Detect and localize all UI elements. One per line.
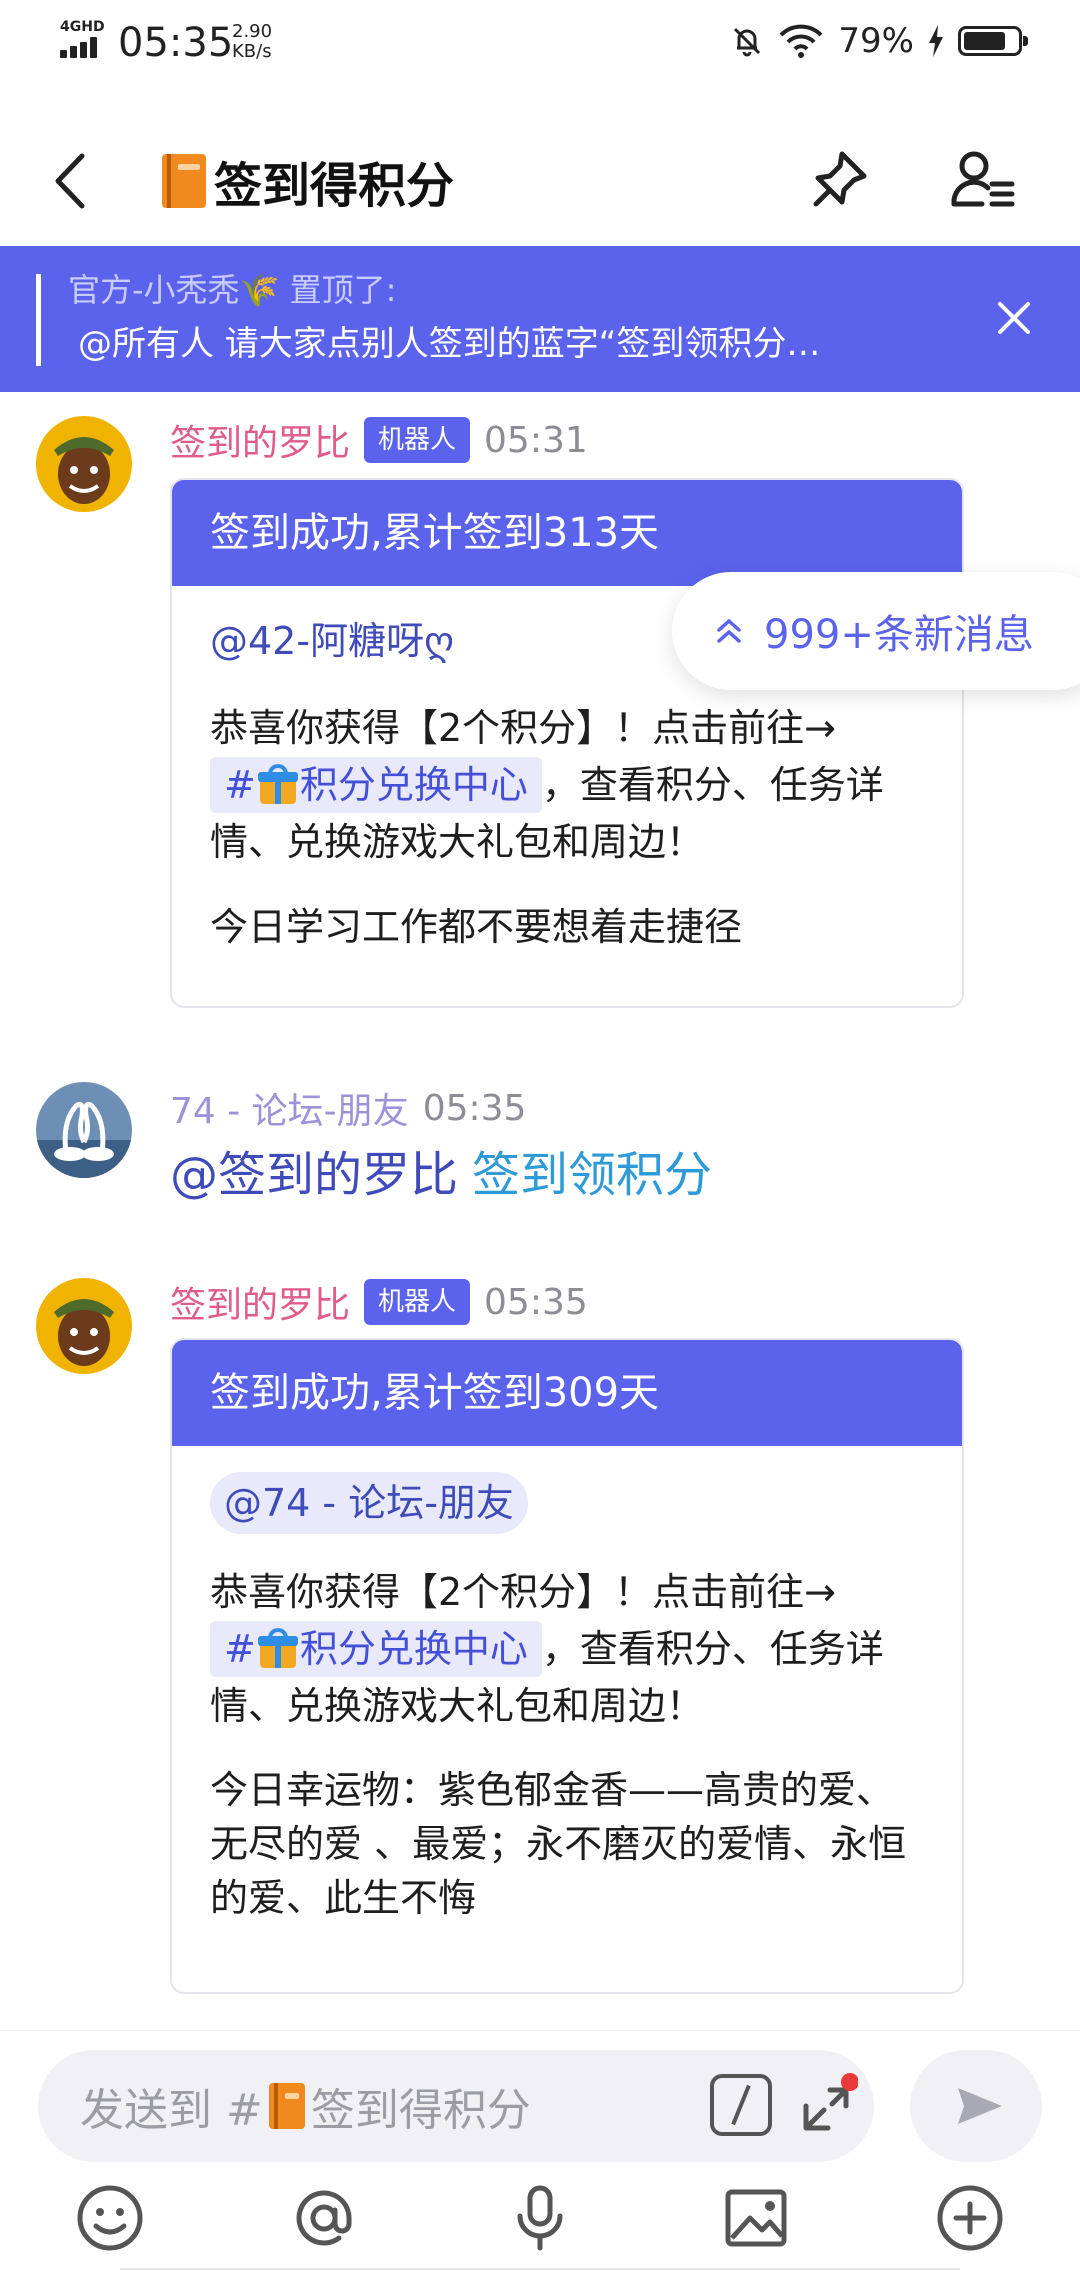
gift-icon	[257, 764, 298, 804]
bot-avatar-icon	[36, 416, 132, 512]
message-time: 05:35	[484, 1281, 588, 1323]
orange-book-icon	[162, 154, 206, 208]
battery-icon	[958, 26, 1028, 56]
pinned-text: @所有人 请大家点别人签到的蓝字“签到领积分…	[78, 324, 821, 364]
channel-link[interactable]: # 积分兑换中心	[210, 1621, 542, 1677]
message-time: 05:31	[484, 419, 588, 461]
card-body: @74 - 论坛-朋友 恭喜你获得【2个积分】！点击前往→ # 积分兑换中心 ，查看…	[172, 1446, 962, 1955]
chat-screen: 4GHD 05:35 2.90 KB/s 79% 签到得积分 官方-小秃秃🌾 置…	[0, 0, 1080, 2280]
members-icon[interactable]	[948, 146, 1018, 216]
new-messages-label: 999+条新消息	[764, 612, 1034, 658]
pinned-message-banner[interactable]: 官方-小秃秃🌾 置顶了: @所有人 请大家点别人签到的蓝字“签到领积分…	[0, 246, 1080, 392]
status-right: 79%	[730, 18, 1028, 64]
mute-bell-icon	[734, 27, 761, 57]
signin-card: 签到成功,累计签到309天 @74 - 论坛-朋友 恭喜你获得【2个积分】！点击…	[170, 1338, 964, 1994]
clock: 05:35	[118, 20, 234, 66]
message-meta: 74 - 论坛-朋友 05:35	[170, 1082, 527, 1134]
card-title: 签到成功,累计签到309天	[172, 1340, 962, 1446]
pin-icon[interactable]	[808, 146, 872, 216]
expand-icon[interactable]	[798, 2072, 858, 2136]
close-icon[interactable]	[984, 288, 1044, 348]
add-icon[interactable]	[932, 2180, 1008, 2256]
signin-card: 签到成功,累计签到313天 @42-阿糖呀ღ 恭喜你获得【2个积分】！点击前往→…	[170, 478, 964, 1008]
pinned-indicator	[36, 274, 41, 366]
card-text: 恭喜你获得【2个积分】！点击前往→ # 积分兑换中心 ，查看积分、任务详情、兑换游戏…	[210, 1570, 884, 1728]
message-meta: 签到的罗比 机器人 05:31	[170, 416, 588, 464]
swan-avatar-icon	[36, 1082, 132, 1178]
bot-badge: 机器人	[364, 1279, 471, 1325]
image-icon[interactable]	[718, 2180, 794, 2256]
sender-name[interactable]: 签到的罗比	[170, 1276, 350, 1328]
avatar[interactable]	[36, 1278, 132, 1374]
input-placeholder: 发送到 # 签到得积分	[80, 2083, 531, 2136]
new-messages-button[interactable]: 999+条新消息	[672, 572, 1080, 690]
gift-icon	[257, 1628, 298, 1668]
send-button[interactable]	[910, 2050, 1042, 2162]
slash-command-icon[interactable]	[710, 2074, 772, 2136]
bot-badge: 机器人	[364, 417, 471, 463]
signal-icon	[60, 36, 106, 58]
back-icon[interactable]	[44, 146, 100, 216]
bot-avatar-icon	[36, 1278, 132, 1374]
daily-lucky-item: 今日幸运物：紫色郁金香——高贵的爱、无尽的爱 、最爱；永不磨灭的爱情、永恒的爱、…	[210, 1768, 907, 1920]
chat-header: 签到得积分	[0, 110, 1080, 250]
message-time: 05:35	[422, 1087, 527, 1129]
emoji-icon[interactable]	[72, 2180, 148, 2256]
user-mention[interactable]: @签到的罗比	[170, 1147, 458, 1203]
channel-link[interactable]: # 积分兑换中心	[210, 757, 542, 813]
battery-percent: 79%	[838, 21, 914, 61]
microphone-icon[interactable]	[502, 2180, 578, 2256]
input-toolbar	[0, 2170, 1080, 2270]
sender-name[interactable]: 74 - 论坛-朋友	[170, 1082, 409, 1134]
orange-book-icon	[268, 2083, 305, 2129]
pinned-author: 官方-小秃秃🌾 置顶了:	[68, 271, 397, 309]
wifi-icon	[779, 24, 823, 58]
daily-quote: 今日学习工作都不要想着走捷径	[210, 905, 743, 949]
charging-icon	[929, 25, 943, 57]
double-chevron-up-icon	[717, 619, 741, 643]
card-text: 恭喜你获得【2个积分】！点击前往→ # 积分兑换中心 ，查看积分、任务详情、兑换游戏…	[210, 706, 884, 864]
bottom-edge	[120, 2268, 960, 2280]
message-text: @签到的罗比 签到领积分	[170, 1142, 712, 1208]
user-mention[interactable]: @74 - 论坛-朋友	[210, 1472, 528, 1534]
avatar[interactable]	[36, 1082, 132, 1178]
message-meta: 签到的罗比 机器人 05:35	[170, 1278, 588, 1326]
mention-icon[interactable]	[286, 2180, 362, 2256]
channel-title: 签到得积分	[162, 146, 454, 216]
network-speed: 2.90 KB/s	[232, 21, 273, 62]
network-type: 4GHD	[60, 19, 105, 35]
send-icon	[958, 2088, 1002, 2124]
message-input[interactable]: 发送到 # 签到得积分	[38, 2050, 874, 2162]
avatar[interactable]	[36, 416, 132, 512]
page-title: 签到得积分	[214, 158, 455, 214]
sender-name[interactable]: 签到的罗比	[170, 414, 350, 466]
signin-link[interactable]: 签到领积分	[472, 1147, 712, 1203]
user-mention[interactable]: @42-阿糖呀ღ	[210, 612, 454, 670]
status-bar: 4GHD 05:35 2.90 KB/s 79%	[0, 0, 1080, 84]
card-title: 签到成功,累计签到313天	[172, 480, 962, 586]
